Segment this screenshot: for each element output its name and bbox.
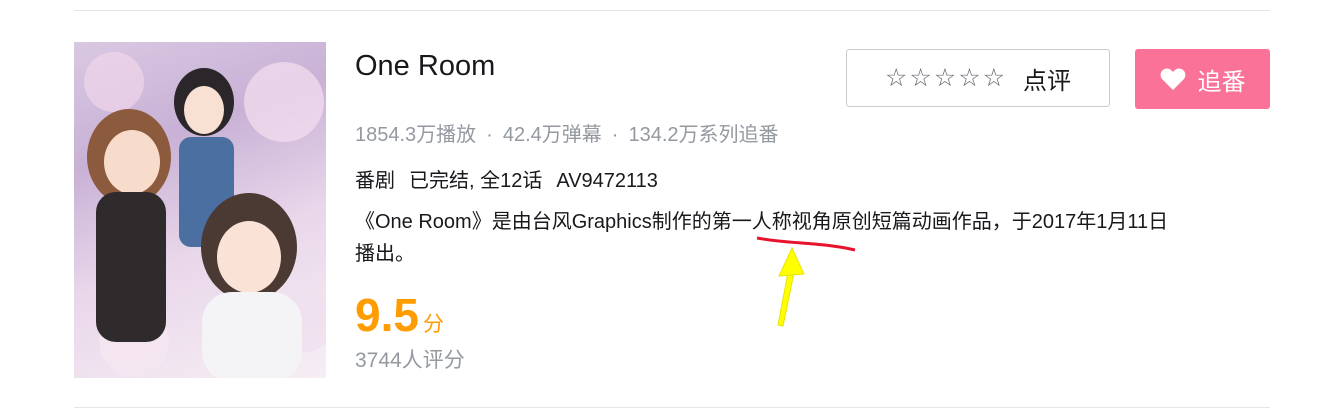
follow-label: 追番 bbox=[1197, 68, 1246, 96]
show-stats: 1854.3万播放 · 42.4万弹幕 · 134.2万系列追番 bbox=[355, 118, 779, 147]
star-outline-icon: ☆☆☆☆☆ bbox=[884, 64, 1008, 92]
vote-count: 3744人评分 bbox=[355, 349, 465, 372]
play-count: 1854.3万播放 bbox=[355, 124, 477, 146]
description-line-2: 播出。 bbox=[355, 243, 415, 265]
show-title[interactable]: One Room bbox=[355, 50, 495, 83]
heart-icon bbox=[1160, 68, 1185, 90]
rate-button[interactable]: ☆☆☆☆☆ 点评 bbox=[846, 49, 1110, 107]
stats-separator: · bbox=[611, 124, 619, 146]
show-status: 已完结, 全12话 bbox=[409, 170, 543, 192]
score-unit: 分 bbox=[422, 313, 444, 336]
follow-count: 134.2万系列追番 bbox=[628, 124, 779, 146]
top-divider bbox=[74, 10, 1270, 11]
show-type: 番剧 bbox=[355, 170, 395, 192]
danmaku-count: 42.4万弹幕 bbox=[502, 124, 602, 146]
rate-label: 点评 bbox=[1023, 67, 1072, 95]
bottom-divider bbox=[74, 407, 1270, 408]
show-meta: 番剧 已完结, 全12话 AV9472113 bbox=[355, 164, 672, 193]
score-value: 9.5 bbox=[355, 289, 419, 341]
score: 9.5 分 bbox=[355, 288, 444, 342]
cover-illustration bbox=[84, 52, 326, 378]
show-description: 《One Room》是由台风Graphics制作的第一人称视角原创短篇动画作品，… bbox=[355, 206, 1275, 270]
follow-button[interactable]: 追番 bbox=[1135, 49, 1270, 109]
description-line-1: 《One Room》是由台风Graphics制作的第一人称视角原创短篇动画作品，… bbox=[355, 211, 1169, 233]
stats-separator: · bbox=[486, 124, 493, 146]
yellow-arrow-shaft bbox=[777, 261, 797, 327]
cover-image[interactable] bbox=[74, 42, 326, 378]
av-number: AV9472113 bbox=[556, 170, 658, 192]
